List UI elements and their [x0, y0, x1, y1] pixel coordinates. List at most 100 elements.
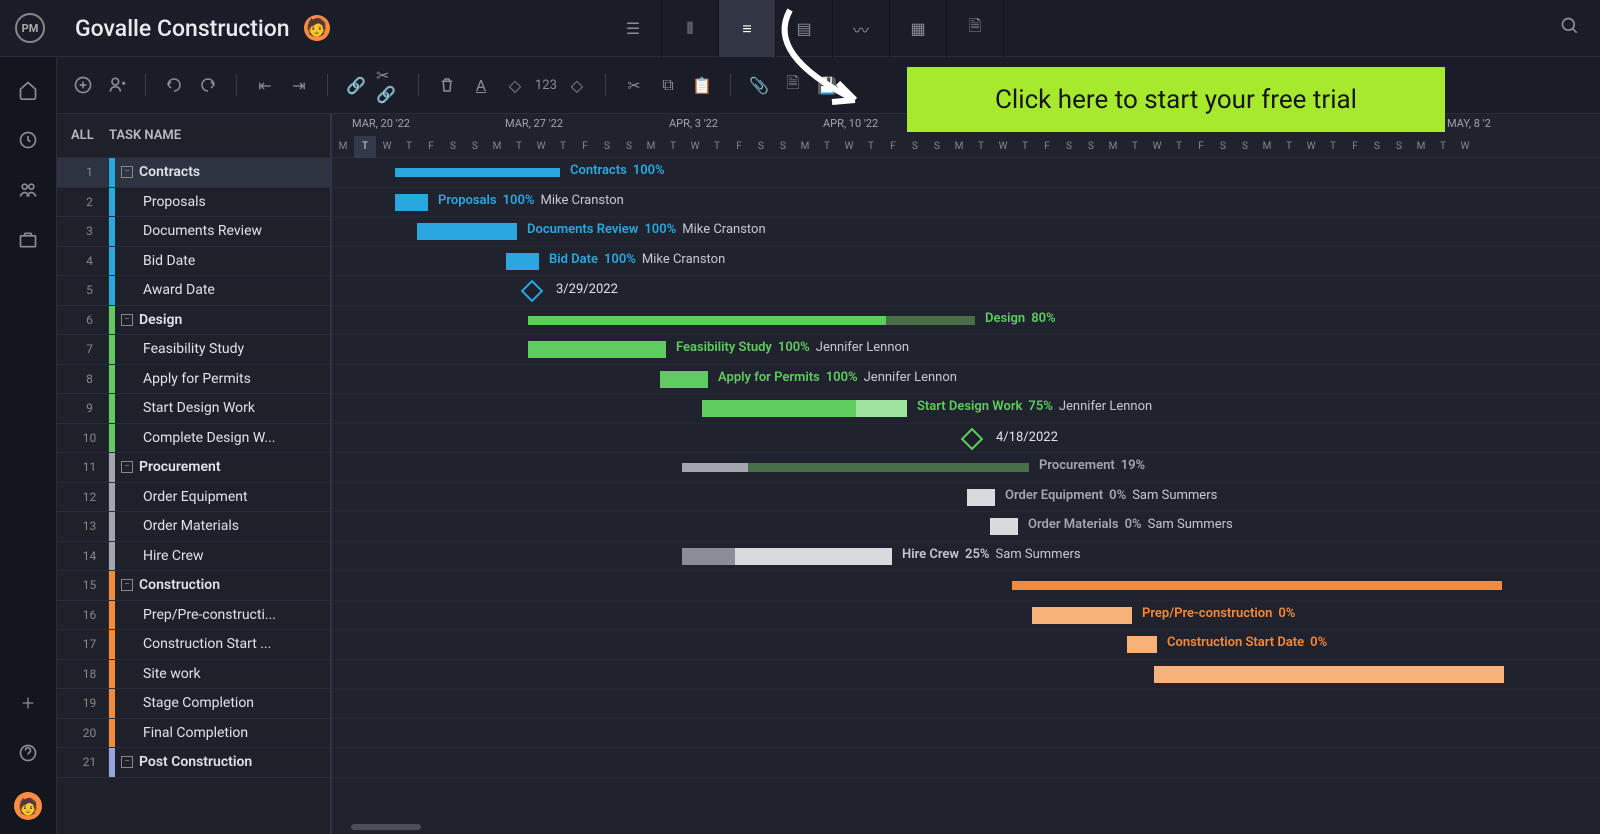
- task-row[interactable]: 10Complete Design W...: [57, 424, 330, 454]
- copy-icon[interactable]: ⧉: [654, 71, 682, 99]
- gantt-summary-bar[interactable]: [395, 168, 560, 177]
- board-view-icon[interactable]: ⫴: [662, 0, 719, 57]
- assign-icon[interactable]: [103, 71, 131, 99]
- link-icon[interactable]: 🔗: [342, 71, 370, 99]
- undo-icon[interactable]: [160, 71, 188, 99]
- horizontal-scrollbar[interactable]: [351, 824, 421, 830]
- collapse-icon[interactable]: −: [121, 756, 133, 768]
- gantt-task-bar[interactable]: [990, 518, 1018, 535]
- task-row[interactable]: 21−Post Construction: [57, 748, 330, 778]
- task-row[interactable]: 14Hire Crew: [57, 542, 330, 572]
- timeline-day: T: [706, 136, 728, 158]
- timeline-day: W: [1454, 136, 1476, 158]
- gantt-task-bar[interactable]: [1032, 607, 1132, 624]
- gantt-task-bar[interactable]: [528, 341, 666, 358]
- cut-icon[interactable]: ✂: [620, 71, 648, 99]
- timeline-day: S: [464, 136, 486, 158]
- task-row[interactable]: 4Bid Date: [57, 247, 330, 277]
- task-row[interactable]: 15−Construction: [57, 571, 330, 601]
- task-row[interactable]: 16Prep/Pre-constructi...: [57, 601, 330, 631]
- task-row[interactable]: 8Apply for Permits: [57, 365, 330, 395]
- view-switcher: ☰ ⫴ ≡ ▤ 〰 ▦ 🗎: [605, 0, 1004, 57]
- gantt-view-icon[interactable]: ≡: [719, 0, 776, 57]
- gantt-bar-label: Documents Review100%Mike Cranston: [527, 222, 766, 237]
- indent-icon[interactable]: ⇥: [285, 71, 313, 99]
- redo-icon[interactable]: [194, 71, 222, 99]
- list-view-icon[interactable]: ☰: [605, 0, 662, 57]
- paste-icon[interactable]: 📋: [688, 71, 716, 99]
- gantt-task-bar[interactable]: [417, 223, 517, 240]
- gantt-task-bar[interactable]: [702, 400, 907, 417]
- gantt-task-bar[interactable]: [682, 548, 892, 565]
- gantt-row: 4/18/2022: [332, 424, 1600, 454]
- timeline-day: T: [1278, 136, 1300, 158]
- gantt-row: Apply for Permits100%Jennifer Lennon: [332, 365, 1600, 395]
- attach-icon[interactable]: 📎: [745, 71, 773, 99]
- task-row[interactable]: 13Order Materials: [57, 512, 330, 542]
- font-color-icon[interactable]: A: [467, 71, 495, 99]
- unlink-icon[interactable]: ✂🔗: [376, 71, 404, 99]
- fill-color-icon[interactable]: ◇: [501, 71, 529, 99]
- activity-view-icon[interactable]: 〰: [833, 0, 890, 57]
- sheet-view-icon[interactable]: ▤: [776, 0, 833, 57]
- gantt-row: Proposals100%Mike Cranston: [332, 188, 1600, 218]
- task-row[interactable]: 7Feasibility Study: [57, 335, 330, 365]
- task-row[interactable]: 1−Contracts: [57, 158, 330, 188]
- gantt-summary-bar[interactable]: [682, 463, 1029, 472]
- collapse-icon[interactable]: −: [121, 166, 133, 178]
- outdent-icon[interactable]: ⇤: [251, 71, 279, 99]
- task-row[interactable]: 6−Design: [57, 306, 330, 336]
- gantt-bar-label: Contracts100%: [570, 163, 665, 178]
- gantt-task-bar[interactable]: [660, 371, 708, 388]
- gantt-row: Bid Date100%Mike Cranston: [332, 247, 1600, 277]
- search-icon[interactable]: [1560, 16, 1580, 36]
- timeline-day: M: [1410, 136, 1432, 158]
- free-trial-cta[interactable]: Click here to start your free trial: [907, 67, 1445, 132]
- add-icon[interactable]: [17, 692, 39, 714]
- project-title[interactable]: Govalle Construction: [75, 15, 290, 42]
- app-logo[interactable]: PM: [15, 13, 45, 43]
- add-task-icon[interactable]: [69, 71, 97, 99]
- user-avatar[interactable]: 🧑: [14, 792, 42, 820]
- task-row[interactable]: 9Start Design Work: [57, 394, 330, 424]
- task-row[interactable]: 3Documents Review: [57, 217, 330, 247]
- avatar[interactable]: 🧑: [304, 15, 330, 41]
- timeline-day: S: [442, 136, 464, 158]
- delete-icon[interactable]: [433, 71, 461, 99]
- col-all[interactable]: ALL: [71, 128, 109, 143]
- gantt-task-bar[interactable]: [1127, 636, 1157, 653]
- gantt-task-bar[interactable]: [967, 489, 995, 506]
- collapse-icon[interactable]: −: [121, 579, 133, 591]
- gantt-task-bar[interactable]: [395, 194, 428, 211]
- gantt-chart[interactable]: MAR, 20 '22MAR, 27 '22APR, 3 '22APR, 10 …: [332, 114, 1600, 834]
- milestone-icon[interactable]: ◇: [563, 71, 591, 99]
- gantt-row: Contracts100%: [332, 158, 1600, 188]
- task-row[interactable]: 18Site work: [57, 660, 330, 690]
- task-row[interactable]: 11−Procurement: [57, 453, 330, 483]
- gantt-task-bar[interactable]: [506, 253, 539, 270]
- projects-icon[interactable]: [17, 229, 39, 251]
- home-icon[interactable]: [17, 79, 39, 101]
- calendar-view-icon[interactable]: ▦: [890, 0, 947, 57]
- task-row[interactable]: 17Construction Start ...: [57, 630, 330, 660]
- gantt-summary-bar[interactable]: [528, 316, 975, 325]
- gantt-task-bar[interactable]: [1154, 666, 1504, 683]
- team-icon[interactable]: [17, 179, 39, 201]
- gantt-milestone[interactable]: [961, 427, 984, 450]
- file-view-icon[interactable]: 🗎: [947, 0, 1004, 57]
- collapse-icon[interactable]: −: [121, 461, 133, 473]
- help-icon[interactable]: [17, 742, 39, 764]
- timeline-day: T: [1124, 136, 1146, 158]
- gantt-milestone[interactable]: [521, 280, 544, 303]
- task-row[interactable]: 19Stage Completion: [57, 689, 330, 719]
- collapse-icon[interactable]: −: [121, 314, 133, 326]
- task-row[interactable]: 5Award Date: [57, 276, 330, 306]
- note-icon[interactable]: 🗎: [779, 71, 807, 99]
- gantt-summary-bar[interactable]: [1012, 581, 1502, 590]
- timeline-day: F: [728, 136, 750, 158]
- task-row[interactable]: 2Proposals: [57, 188, 330, 218]
- recent-icon[interactable]: [17, 129, 39, 151]
- task-row[interactable]: 20Final Completion: [57, 719, 330, 749]
- task-row[interactable]: 12Order Equipment: [57, 483, 330, 513]
- save-icon[interactable]: 💾: [813, 71, 841, 99]
